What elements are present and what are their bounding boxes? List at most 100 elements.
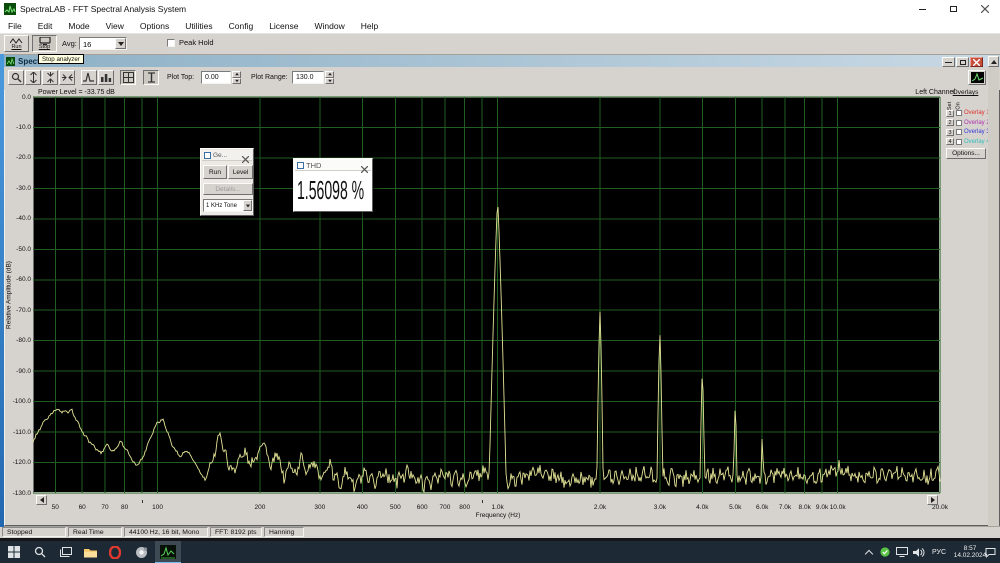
run-button-label: Run — [11, 45, 21, 50]
avg-combobox[interactable]: 16 — [79, 37, 127, 50]
menu-item-view[interactable]: View — [98, 21, 132, 31]
menu-item-help[interactable]: Help — [353, 21, 386, 31]
x-tick-label: 200 — [255, 504, 266, 511]
stop-button[interactable]: Stop — [32, 35, 57, 52]
menu-item-options[interactable]: Options — [132, 21, 177, 31]
spectrum-restore-button[interactable] — [956, 57, 969, 67]
display-tray-button[interactable] — [894, 541, 910, 563]
window-title-bar: SpectraLAB - FFT Spectral Analysis Syste… — [0, 0, 1000, 18]
y-tick-label: -90.0 — [3, 368, 31, 375]
stop-button-label: Stop — [39, 45, 50, 50]
overlay-label-1: Overlay 1 — [964, 110, 990, 116]
generator-dialog: Ge... Run Level Details... 1 KHz Tone — [200, 148, 254, 216]
language-label: РУС — [932, 549, 946, 556]
run-button[interactable]: Run — [4, 35, 29, 52]
monitor-icon — [896, 547, 908, 557]
spectrum-close-button[interactable] — [970, 57, 983, 67]
x-tick-label: 80 — [121, 504, 128, 511]
y-tick-label: -100.0 — [3, 398, 31, 405]
menu-item-utilities[interactable]: Utilities — [177, 21, 220, 31]
spectrum-plot[interactable] — [33, 97, 940, 493]
antivirus-tray-button[interactable] — [878, 541, 892, 563]
y-tick-label: -70.0 — [3, 307, 31, 314]
peak-hold-checkbox[interactable] — [167, 39, 175, 47]
bar-chart-icon — [100, 72, 112, 83]
generator-level-button[interactable]: Level — [228, 165, 253, 179]
time-compress-button[interactable] — [42, 70, 58, 85]
generator-details-label: Details... — [215, 186, 240, 193]
overlay-set-button-4[interactable]: 4 — [946, 138, 954, 145]
overlay-label-3: Overlay 3 — [964, 129, 990, 135]
y-axis-title: Relative Amplitude (dB) — [6, 261, 13, 329]
time-expand-button[interactable] — [25, 70, 41, 85]
x-tick-label: 300 — [314, 504, 325, 511]
spin-down-button[interactable] — [325, 78, 334, 85]
spectrum-window-icon — [6, 57, 15, 66]
snapshot-overlay-button[interactable] — [968, 70, 986, 85]
overlay-on-checkbox-2[interactable] — [956, 120, 962, 126]
minimize-button[interactable] — [907, 0, 938, 18]
avg-dropdown-button[interactable] — [115, 38, 126, 49]
grid-toggle-button[interactable] — [120, 70, 136, 85]
x-tick-label: 6.0k — [756, 504, 768, 511]
thd-title-bar[interactable]: THD — [295, 160, 371, 171]
generator-title-bar[interactable]: Ge... — [202, 150, 252, 161]
spectrum-minimize-button[interactable] — [942, 57, 955, 67]
zoom-button[interactable] — [8, 70, 24, 85]
menu-item-mode[interactable]: Mode — [60, 21, 97, 31]
vertical-scrollbar[interactable] — [988, 56, 999, 526]
generator-signal-dropdown-button[interactable] — [243, 200, 252, 211]
bar-display-button[interactable] — [98, 70, 114, 85]
scroll-up-button[interactable] — [988, 56, 999, 67]
spin-down-button[interactable] — [232, 78, 241, 85]
arrow-right-icon — [931, 497, 935, 503]
scroll-right-button[interactable] — [927, 495, 938, 505]
notification-center-button[interactable] — [982, 541, 999, 563]
generator-details-button: Details... — [203, 183, 253, 195]
thd-window: THD 1.56098 % — [293, 158, 373, 212]
volume-tray-button[interactable] — [911, 541, 927, 563]
plot-top-field[interactable]: 0.00 — [201, 71, 231, 84]
generator-run-button[interactable]: Run — [203, 165, 227, 179]
menu-item-license[interactable]: License — [261, 21, 306, 31]
minimize-icon — [919, 9, 926, 10]
menu-item-config[interactable]: Config — [221, 21, 262, 31]
search-button[interactable] — [28, 541, 52, 563]
menu-item-edit[interactable]: Edit — [30, 21, 61, 31]
start-button[interactable] — [2, 541, 26, 563]
marker-toggle-button[interactable] — [143, 70, 159, 85]
grid-icon — [123, 72, 134, 83]
plot-range-field[interactable]: 130.0 — [292, 71, 324, 84]
y-tick-label: -110.0 — [3, 429, 31, 436]
avg-label: Avg: — [62, 39, 77, 48]
overlay-on-checkbox-1[interactable] — [956, 110, 962, 116]
overlay-on-checkbox-4[interactable] — [956, 139, 962, 145]
maximize-icon — [950, 6, 957, 12]
overlay-set-button-1[interactable]: 1 — [946, 110, 954, 117]
restore-icon — [960, 60, 966, 65]
language-indicator[interactable]: РУС — [928, 541, 950, 563]
task-view-button[interactable] — [54, 541, 78, 563]
opera-browser-button[interactable] — [103, 541, 127, 563]
overlay-on-checkbox-3[interactable] — [956, 129, 962, 135]
x-tick-label: 60 — [79, 504, 86, 511]
autoscale-button[interactable] — [59, 70, 75, 85]
close-button[interactable] — [969, 0, 1000, 18]
maximize-button[interactable] — [938, 0, 969, 18]
peak-display-button[interactable] — [81, 70, 97, 85]
spectralab-taskbar-button[interactable] — [155, 541, 181, 563]
audio-app-button[interactable] — [129, 541, 153, 563]
file-explorer-button[interactable] — [78, 541, 102, 563]
x-tick-label: 50 — [52, 504, 59, 511]
overlay-set-button-3[interactable]: 3 — [946, 129, 954, 136]
scroll-left-button[interactable] — [36, 495, 47, 505]
menu-item-window[interactable]: Window — [307, 21, 353, 31]
overlay-set-button-2[interactable]: 2 — [946, 119, 954, 126]
generator-signal-combobox[interactable]: 1 KHz Tone — [203, 199, 253, 212]
spectrum-title-bar[interactable]: Spectrum — [4, 55, 1000, 67]
overlay-options-button[interactable]: Options... — [946, 148, 986, 159]
generator-close-button[interactable] — [241, 151, 250, 160]
menu-item-file[interactable]: File — [0, 21, 30, 31]
tray-expand-button[interactable] — [862, 541, 876, 563]
thd-close-button[interactable] — [360, 161, 369, 170]
